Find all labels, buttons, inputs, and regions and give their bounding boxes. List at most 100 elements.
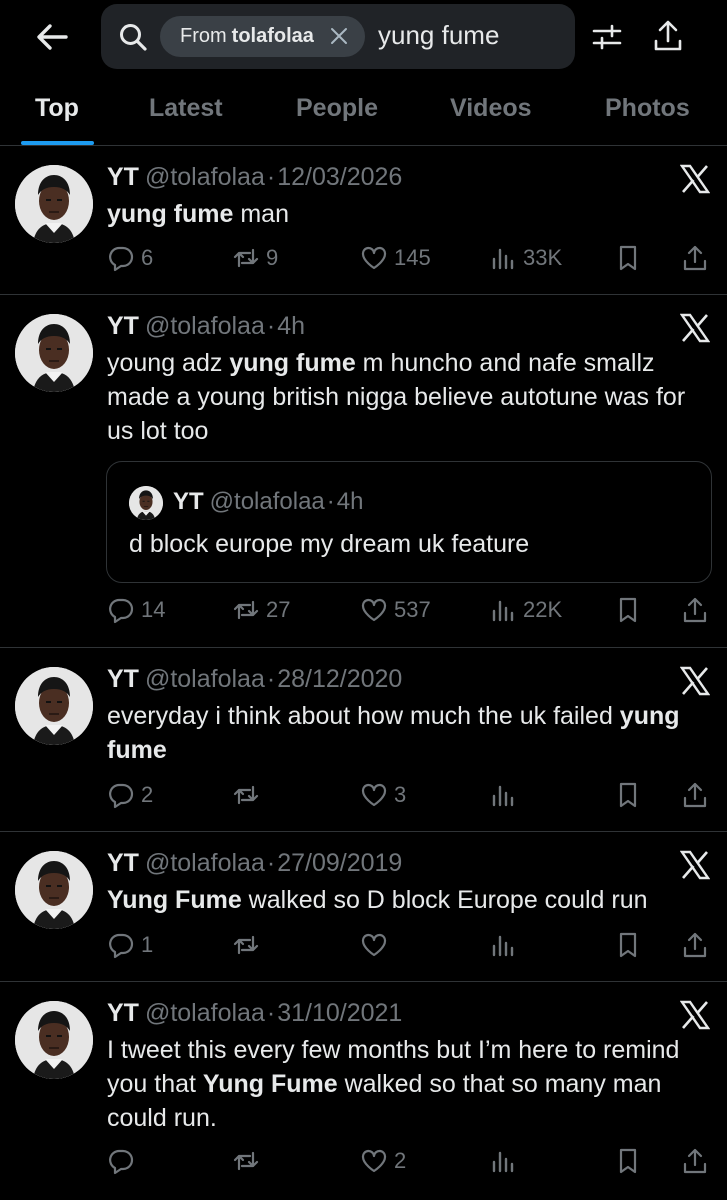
bookmark-button[interactable]: [614, 1144, 642, 1178]
filter-icon[interactable]: [591, 21, 623, 53]
tab-videos[interactable]: Videos: [450, 94, 532, 123]
author-handle: @tolafolaa: [144, 163, 265, 191]
retweet-button[interactable]: [232, 928, 266, 962]
retweet-button[interactable]: [232, 778, 266, 812]
highlighted-term: yung fume: [229, 349, 356, 377]
retweet-icon: [232, 781, 260, 809]
tweet[interactable]: YT @tolafolaa·27/09/2019 Yung Fume walked…: [0, 833, 727, 982]
search-query-text[interactable]: yung fume: [378, 20, 499, 51]
x-logo-icon: [680, 313, 710, 343]
share-button[interactable]: [681, 778, 709, 812]
tab-latest[interactable]: Latest: [149, 94, 223, 123]
close-icon[interactable]: [329, 26, 349, 46]
reply-icon: [107, 931, 135, 959]
reply-button[interactable]: [107, 1144, 141, 1178]
like-icon: [360, 931, 388, 959]
reply-button[interactable]: 6: [107, 241, 153, 275]
tweet[interactable]: YT @tolafolaa·31/10/2021 I tweet this eve…: [0, 983, 727, 1200]
retweet-button[interactable]: 27: [232, 593, 290, 627]
views-button[interactable]: 33K: [489, 241, 562, 275]
bookmark-button[interactable]: [614, 593, 642, 627]
reply-icon: [107, 596, 135, 624]
search-filter-chip[interactable]: From tolafolaa: [160, 16, 365, 57]
views-button[interactable]: [489, 928, 523, 962]
bookmark-button[interactable]: [614, 241, 642, 275]
avatar[interactable]: [15, 1001, 93, 1079]
tweet-text: Yung Fume walked so D block Europe could…: [107, 883, 707, 917]
search-icon: [120, 24, 147, 51]
text-segment: walked so D block Europe could run: [241, 886, 648, 914]
active-tab-indicator: [21, 141, 94, 145]
x-logo-icon: [680, 164, 710, 194]
retweet-button[interactable]: [232, 1144, 266, 1178]
share-button[interactable]: [681, 928, 709, 962]
tweet-meta: YT @tolafolaa·31/10/2021: [107, 999, 403, 1027]
reply-button[interactable]: 14: [107, 593, 165, 627]
avatar[interactable]: [15, 165, 93, 243]
x-logo-icon: [680, 1000, 710, 1030]
like-icon: [360, 781, 388, 809]
share-icon: [681, 244, 709, 272]
like-button[interactable]: 145: [360, 241, 431, 275]
like-button[interactable]: [360, 928, 394, 962]
views-icon: [489, 1147, 517, 1175]
share-icon: [681, 781, 709, 809]
tab-photos[interactable]: Photos: [605, 94, 690, 123]
avatar[interactable]: [15, 667, 93, 745]
tweet-time: 28/12/2020: [277, 665, 403, 693]
views-button[interactable]: [489, 1144, 523, 1178]
bookmark-button[interactable]: [614, 928, 642, 962]
retweets-count: 9: [266, 245, 279, 270]
share-button[interactable]: [681, 1144, 709, 1178]
likes-count: 537: [394, 597, 431, 622]
chip-from-label: From: [180, 25, 227, 47]
tweet-actions: 1: [107, 928, 717, 962]
retweet-icon: [232, 596, 260, 624]
retweet-button[interactable]: 9: [232, 241, 278, 275]
tweet[interactable]: YT @tolafolaa·12/03/2026 yung fume man 6 9…: [0, 147, 727, 295]
reply-button[interactable]: 2: [107, 778, 153, 812]
author-handle: @tolafolaa: [144, 312, 265, 340]
bookmark-icon: [614, 596, 642, 624]
bookmark-icon: [614, 781, 642, 809]
text-segment: everyday i think about how much the uk f…: [107, 702, 620, 730]
likes-count: 145: [394, 245, 431, 270]
back-button[interactable]: [34, 20, 70, 54]
tweet[interactable]: YT @tolafolaa·4h young adz yung fume m hu…: [0, 296, 727, 648]
quoted-tweet[interactable]: YT @tolafolaa·4h d block europe my dream …: [106, 461, 712, 583]
avatar[interactable]: [15, 314, 93, 392]
quote-author-handle: @tolafolaa: [209, 488, 325, 515]
views-button[interactable]: [489, 778, 523, 812]
tab-people[interactable]: People: [296, 94, 378, 123]
reply-button[interactable]: 1: [107, 928, 153, 962]
share-icon: [681, 931, 709, 959]
views-icon: [489, 781, 517, 809]
author-name: YT: [107, 665, 139, 693]
highlighted-term: Yung Fume: [202, 1070, 338, 1098]
like-button[interactable]: 3: [360, 778, 406, 812]
views-count: 22K: [523, 597, 563, 622]
tweet[interactable]: YT @tolafolaa·28/12/2020 everyday i think…: [0, 649, 727, 832]
tweet-actions: 2: [107, 1144, 717, 1178]
bookmark-button[interactable]: [614, 778, 642, 812]
share-icon[interactable]: [652, 19, 684, 53]
tweet-time: 27/09/2019: [277, 849, 403, 877]
bookmark-icon: [614, 1147, 642, 1175]
reply-icon: [107, 1147, 135, 1175]
views-button[interactable]: 22K: [489, 593, 562, 627]
avatar[interactable]: [15, 851, 93, 929]
like-button[interactable]: 537: [360, 593, 431, 627]
text-segment: young adz: [107, 349, 230, 377]
like-icon: [360, 244, 388, 272]
like-button[interactable]: 2: [360, 1144, 406, 1178]
quote-time: 4h: [336, 488, 364, 515]
tab-top[interactable]: Top: [35, 94, 79, 123]
tweet-actions: 23: [107, 778, 717, 812]
share-button[interactable]: [681, 593, 709, 627]
share-button[interactable]: [681, 241, 709, 275]
author-handle: @tolafolaa: [144, 999, 265, 1027]
quote-author-name: YT: [173, 488, 204, 515]
tweet-time: 31/10/2021: [277, 999, 403, 1027]
like-icon: [360, 596, 388, 624]
bookmark-icon: [614, 244, 642, 272]
